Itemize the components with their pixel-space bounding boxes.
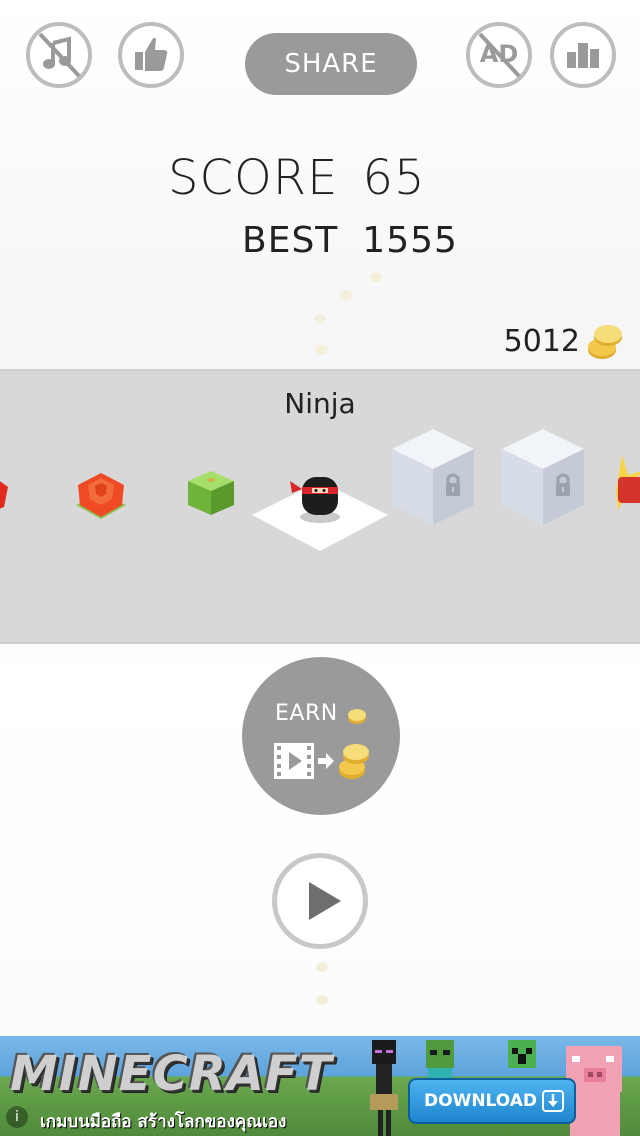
play-button[interactable]: [272, 853, 368, 949]
leaderboard-button[interactable]: [550, 22, 616, 88]
selected-character-name: Ninja: [284, 387, 356, 420]
trail-dot: [370, 272, 382, 282]
video-to-coins-icon: [274, 743, 369, 779]
character-locked-1[interactable]: [388, 427, 478, 527]
ad-label: AD: [479, 40, 519, 68]
character-red-star-partial[interactable]: [608, 451, 640, 521]
trail-dot: [340, 290, 352, 300]
character-locked-2[interactable]: [498, 427, 588, 527]
trail-dot: [316, 345, 328, 355]
sound-toggle-button[interactable]: [26, 22, 92, 88]
earn-coins-button[interactable]: EARN: [242, 657, 400, 815]
game-over-screen: SHARE AD SCORE 65 BEST 1555 5012 Ninja E…: [0, 0, 640, 1136]
coin-counter: 5012: [504, 318, 626, 364]
character-rose[interactable]: [70, 463, 132, 527]
score-label: SCORE: [168, 150, 339, 206]
coin-icon: [348, 709, 366, 724]
score-display: SCORE 65: [168, 150, 426, 206]
score-value: 65: [362, 150, 426, 206]
best-label: BEST: [242, 220, 339, 261]
music-off-icon: [38, 32, 81, 78]
ad-title: MINECRAFT: [10, 1046, 333, 1102]
trail-dot: [316, 962, 328, 972]
like-button[interactable]: [118, 22, 184, 88]
ad-banner[interactable]: MINECRAFT เกมบนมือถือ สร้างโลกของคุณเอง: [0, 1036, 640, 1136]
creeper-icon: [508, 1040, 536, 1068]
bar-chart-icon: [567, 43, 599, 68]
coin-count: 5012: [503, 323, 580, 359]
trail-dot: [316, 995, 328, 1005]
character-green-cube[interactable]: [184, 467, 238, 519]
play-icon: [309, 882, 341, 920]
trail-dot: [314, 314, 326, 324]
ad-download-label: DOWNLOAD: [424, 1091, 538, 1111]
character-ninja-selected[interactable]: [250, 463, 390, 557]
remove-ads-button[interactable]: AD: [466, 22, 532, 88]
download-icon: [542, 1090, 564, 1112]
best-score-display: BEST 1555: [242, 220, 458, 261]
character-red-partial[interactable]: [0, 467, 14, 517]
character-selector[interactable]: Ninja: [0, 369, 640, 644]
ad-download-button[interactable]: DOWNLOAD: [408, 1078, 576, 1124]
best-value: 1555: [362, 220, 458, 261]
thumbs-up-icon: [135, 37, 168, 71]
share-button[interactable]: SHARE: [245, 33, 417, 95]
zombie-icon: [426, 1040, 454, 1082]
ad-subtitle: เกมบนมือถือ สร้างโลกของคุณเอง: [40, 1112, 287, 1132]
enderman-icon: [370, 1040, 398, 1136]
ad-info-icon[interactable]: i: [6, 1106, 28, 1128]
coin-stack-icon: [588, 325, 622, 359]
earn-label: EARN: [275, 701, 338, 726]
